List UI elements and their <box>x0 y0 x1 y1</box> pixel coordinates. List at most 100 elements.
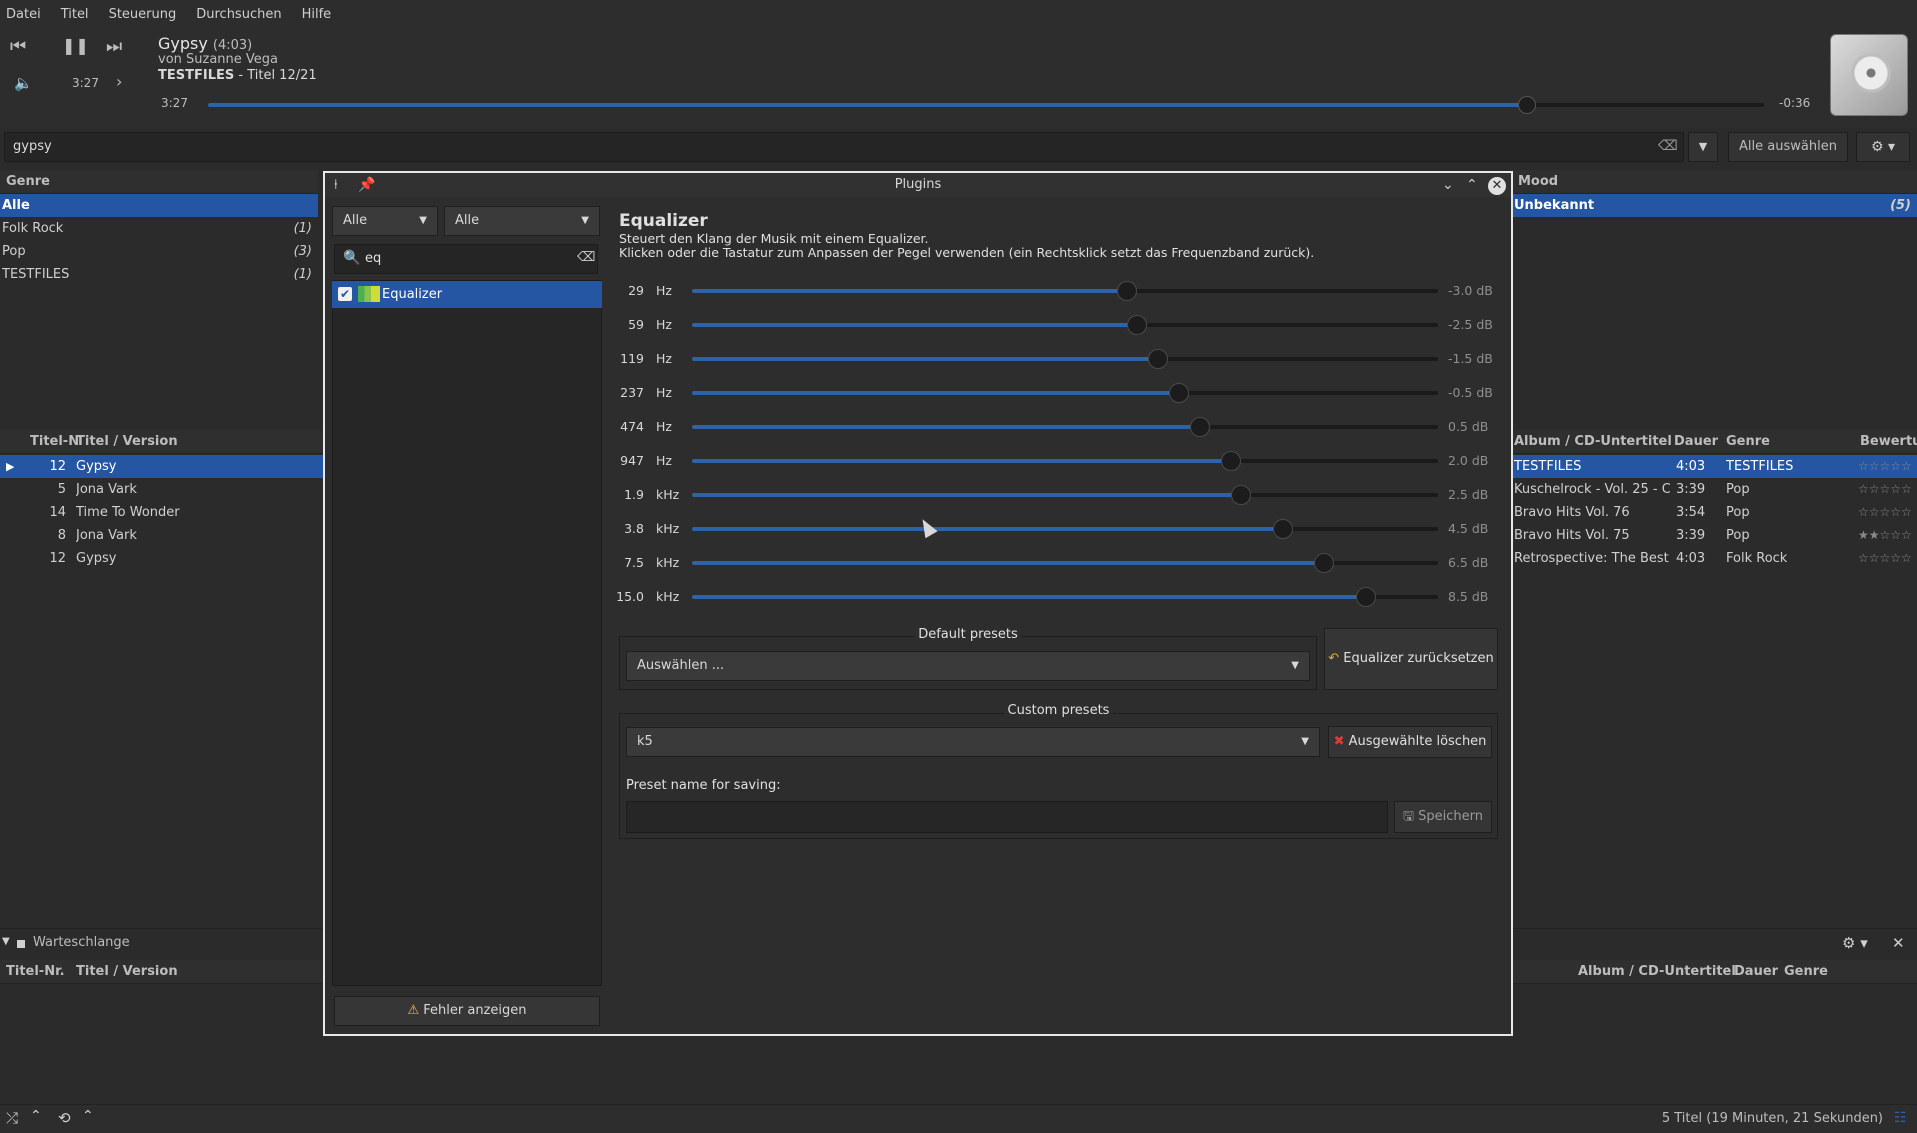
genre-item-count: (1) <box>293 221 312 236</box>
plugin-list-item[interactable]: ✔ Equalizer <box>332 281 602 308</box>
col-duration[interactable]: Dauer <box>1674 430 1718 454</box>
genre-item-count: (3) <box>293 244 312 259</box>
volume-icon[interactable]: 🔈 <box>14 74 33 92</box>
genre-header: Genre <box>0 170 318 194</box>
band-slider-handle[interactable] <box>1116 281 1137 301</box>
plugin-list <box>332 280 602 986</box>
custom-presets-select[interactable]: k5 ▼ <box>626 727 1320 757</box>
band-unit: kHz <box>656 589 680 604</box>
view-list-icon[interactable]: ☷ <box>1894 1110 1907 1126</box>
menu-durchsuchen[interactable]: Durchsuchen <box>196 7 281 22</box>
chevron-up-icon[interactable]: ⌃ <box>30 1108 42 1124</box>
track-rating-cell: ☆☆☆☆☆ <box>1858 482 1912 496</box>
genre-item-label: Folk Rock <box>2 221 64 236</box>
plugin-filter-state-value: Alle <box>455 213 480 228</box>
genre-item[interactable]: Pop (3) <box>0 240 318 263</box>
reset-equalizer-button[interactable]: ↶ Equalizer zurücksetzen <box>1324 628 1498 690</box>
plugin-filter-category[interactable]: Alle ▼ <box>332 206 438 236</box>
save-preset-button[interactable]: 🖫 Speichern <box>1394 801 1492 833</box>
plugin-enabled-checkbox[interactable]: ✔ <box>338 287 352 301</box>
previous-icon[interactable]: ⏮ <box>10 36 26 57</box>
menu-datei[interactable]: Datei <box>6 7 41 22</box>
seek-handle[interactable] <box>1518 96 1536 114</box>
library-filter-input[interactable]: gypsy <box>4 132 1684 162</box>
col-genre[interactable]: Genre <box>1726 430 1770 454</box>
eq-title: Equalizer <box>619 211 708 231</box>
maximize-icon[interactable]: ⌃ <box>1466 173 1478 197</box>
delete-selected-button[interactable]: ✖ Ausgewählte löschen <box>1328 726 1492 758</box>
preset-name-input[interactable] <box>626 801 1388 833</box>
band-slider-handle[interactable] <box>1355 587 1376 607</box>
custom-presets-label-text: Custom presets <box>1003 703 1114 718</box>
queue-close-icon[interactable]: ✕ <box>1892 934 1905 952</box>
band-slider-handle[interactable] <box>1272 519 1293 539</box>
band-slider-handle[interactable] <box>1313 553 1334 573</box>
band-gain-value: 0.5 dB <box>1448 419 1489 434</box>
menu-bar: Datei Titel Steuerung Durchsuchen Hilfe <box>0 0 1917 28</box>
menu-titel[interactable]: Titel <box>61 7 89 22</box>
menu-hilfe[interactable]: Hilfe <box>302 7 332 22</box>
band-slider-handle[interactable] <box>1190 417 1211 437</box>
select-all-button[interactable]: Alle auswählen <box>1728 132 1848 162</box>
band-slider-handle[interactable] <box>1231 485 1252 505</box>
band-gain-value: -1.5 dB <box>1448 351 1493 366</box>
genre-item[interactable]: Folk Rock (1) <box>0 217 318 240</box>
col-track-number[interactable]: Titel-N <box>30 430 79 454</box>
default-presets-value: Auswählen ... <box>637 658 725 673</box>
track-rating-cell: ★★☆☆☆ <box>1858 528 1912 542</box>
track-number: 12 <box>49 459 66 474</box>
queue-col-album[interactable]: Album / CD-Untertitel <box>1578 960 1736 984</box>
band-unit: Hz <box>656 385 672 400</box>
band-frequency: 29 <box>628 283 644 298</box>
plugin-filter-state[interactable]: Alle ▼ <box>444 206 600 236</box>
col-rating[interactable]: Bewertu <box>1860 430 1917 454</box>
repeat-icon[interactable]: ⟲ <box>58 1109 71 1127</box>
filter-dropdown-button[interactable]: ▼ <box>1688 132 1718 162</box>
default-presets-select[interactable]: Auswählen ... ▼ <box>626 651 1310 681</box>
chevron-right-icon[interactable]: › <box>116 72 122 91</box>
band-slider-fill <box>692 391 1180 395</box>
queue-col-duration[interactable]: Dauer <box>1734 960 1778 984</box>
now-playing-icon: ▶ <box>6 460 15 473</box>
dialog-title: Plugins <box>894 177 942 192</box>
shuffle-icon[interactable]: ⤮ <box>6 1109 18 1127</box>
status-bar: ⤮ ⌃ ⟲ ⌃ ☷ <box>0 1104 1917 1133</box>
genre-item[interactable]: TESTFILES (1) <box>0 263 318 286</box>
queue-col-title[interactable]: Titel / Version <box>76 960 178 984</box>
band-slider-handle[interactable] <box>1220 451 1241 471</box>
time-remaining: -0:36 <box>1779 96 1811 110</box>
delete-selected-label: Ausgewählte löschen <box>1348 734 1487 749</box>
settings-gear-icon[interactable]: ⚙ ▾ <box>1856 132 1910 162</box>
band-gain-value: 8.5 dB <box>1448 589 1489 604</box>
clear-filter-icon[interactable]: ⌫ <box>1658 138 1678 154</box>
time-position: 3:27 <box>72 76 99 90</box>
band-slider-fill <box>692 425 1201 429</box>
queue-col-genre[interactable]: Genre <box>1784 960 1828 984</box>
col-album[interactable]: Album / CD-Untertitel <box>1514 430 1672 454</box>
band-slider-fill <box>692 323 1138 327</box>
band-slider-handle[interactable] <box>1169 383 1190 403</box>
minimize-icon[interactable]: ⌄ <box>1442 173 1454 197</box>
pause-icon[interactable]: ❚❚ <box>62 36 89 55</box>
show-errors-button[interactable]: ⚠ Fehler anzeigen <box>334 996 600 1026</box>
queue-settings-icon[interactable]: ⚙ ▾ <box>1842 934 1868 952</box>
dialog-close-icon[interactable]: ✕ <box>1488 177 1506 195</box>
track-number: 14 <box>49 505 66 520</box>
menu-steuerung[interactable]: Steuerung <box>109 7 177 22</box>
next-icon[interactable]: ⏭ <box>106 36 122 57</box>
track-title-cell: Gypsy <box>76 551 117 566</box>
track-album: TESTFILES - Titel 12/21 <box>158 68 317 83</box>
plugin-search-input[interactable]: 🔍 eq ⌫ <box>334 244 598 274</box>
band-slider-fill <box>692 561 1324 565</box>
mood-item[interactable]: Unbekannt (5) <box>1512 194 1917 217</box>
clear-search-icon[interactable]: ⌫ <box>577 250 595 265</box>
chevron-up-icon-2[interactable]: ⌃ <box>82 1108 94 1124</box>
queue-col-track[interactable]: Titel-Nr. <box>6 960 65 984</box>
collapse-icon[interactable]: ▼ <box>2 936 10 947</box>
band-frequency: 947 <box>620 453 644 468</box>
track-title-cell: Jona Vark <box>76 482 137 497</box>
genre-item[interactable]: Alle <box>0 194 318 217</box>
col-title[interactable]: Titel / Version <box>76 430 178 454</box>
preset-name-label: Preset name for saving: <box>626 778 781 793</box>
band-unit: Hz <box>656 351 672 366</box>
